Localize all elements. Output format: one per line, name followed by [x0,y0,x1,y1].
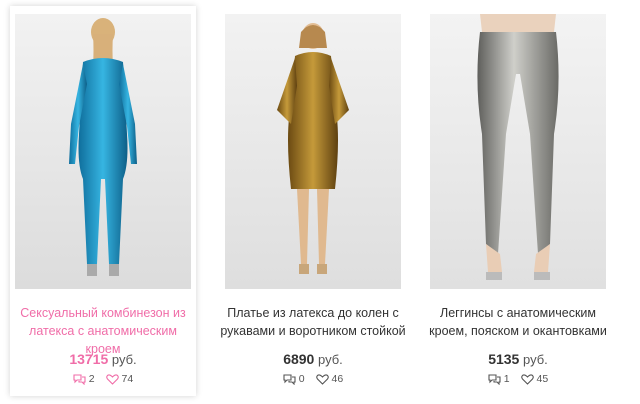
product-card[interactable]: Сексуальный комбинезон из латекса с анат… [10,6,196,396]
comments-count: 2 [88,373,95,385]
price-value: 6890 [283,351,315,367]
price-currency: руб. [111,352,137,367]
product-image[interactable] [430,14,606,289]
likes-count: 45 [536,373,549,385]
likes-stat[interactable]: 74 [105,373,134,385]
likes-stat[interactable]: 45 [520,373,549,385]
comments-count: 0 [298,373,305,385]
comments-stat[interactable]: 2 [73,373,95,385]
heart-icon [315,373,329,385]
product-title-line-1[interactable]: Платье из латекса до колен с [220,304,406,322]
product-image[interactable] [225,14,401,289]
product-title[interactable]: Сексуальный комбинезон из латекса с анат… [10,304,196,358]
silver-leggings-illustration [430,14,606,289]
product-card[interactable]: Леггинсы с анатомическим кроем, пояском … [425,6,611,396]
product-title-line-1[interactable]: Леггинсы с анатомическим [425,304,611,322]
likes-stat[interactable]: 46 [315,373,344,385]
heart-icon [520,373,534,385]
product-stats: 0 46 [220,373,406,388]
product-price: 13715 руб. [10,351,196,367]
product-title-line-1[interactable]: Сексуальный комбинезон из [10,304,196,322]
likes-count: 46 [331,373,344,385]
comments-count: 1 [503,373,510,385]
likes-count: 74 [121,373,134,385]
price-currency: руб. [317,352,343,367]
comments-icon [488,373,501,385]
product-title[interactable]: Платье из латекса до колен с рукавами и … [220,304,406,340]
comments-stat[interactable]: 1 [488,373,510,385]
product-title[interactable]: Леггинсы с анатомическим кроем, пояском … [425,304,611,340]
heart-icon [105,373,119,385]
product-price: 5135 руб. [425,351,611,367]
comments-icon [283,373,296,385]
product-price: 6890 руб. [220,351,406,367]
gold-dress-illustration [225,14,401,289]
blue-catsuit-illustration [15,14,191,289]
product-title-line-2[interactable]: кроем, пояском и окантовками [425,322,611,340]
product-stats: 1 45 [425,373,611,388]
product-card[interactable]: Платье из латекса до колен с рукавами и … [220,6,406,396]
comments-stat[interactable]: 0 [283,373,305,385]
product-image[interactable] [15,14,191,289]
product-title-line-2[interactable]: рукавами и воротником стойкой [220,322,406,340]
comments-icon [73,373,86,385]
product-stats: 2 74 [10,373,196,388]
price-value: 13715 [69,351,109,367]
price-currency: руб. [522,352,548,367]
price-value: 5135 [488,351,520,367]
